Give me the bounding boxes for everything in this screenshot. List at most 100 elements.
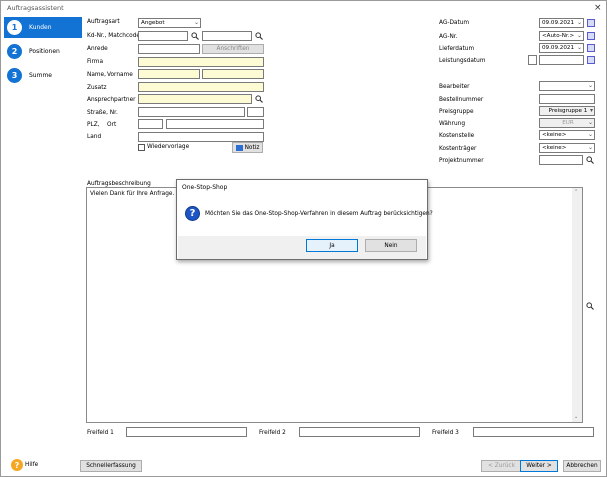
step-positionen[interactable]: 2 Positionen — [4, 41, 82, 62]
bearbeiter-select[interactable]: ⌄ — [539, 81, 595, 91]
ort-input[interactable] — [166, 119, 264, 129]
calendar-icon[interactable] — [587, 19, 595, 27]
leistungsdatum-input[interactable] — [539, 55, 584, 65]
freifeld-2-input[interactable] — [299, 427, 420, 437]
plz-input[interactable] — [138, 119, 163, 129]
anschriften-button[interactable]: Anschriften — [202, 44, 264, 54]
matchcode-input[interactable] — [202, 31, 252, 41]
name-input[interactable] — [138, 69, 200, 79]
auftragsart-select[interactable]: Angebot ⌄ — [138, 18, 201, 28]
help-label[interactable]: Hilfe — [25, 462, 38, 468]
wiedervorlage-checkbox[interactable] — [138, 144, 145, 151]
chevron-down-icon: ⌄ — [587, 82, 593, 89]
ansprechpartner-search-button[interactable] — [254, 94, 264, 104]
kostentraeger-select[interactable]: <keine> ⌄ — [539, 143, 595, 153]
cancel-button[interactable]: Abbrechen — [563, 460, 601, 472]
waehrung-select[interactable]: EUR ⌄ — [539, 118, 595, 128]
description-search-button[interactable] — [585, 301, 595, 311]
dialog-title: One-Stop-Shop — [182, 184, 228, 191]
chevron-down-icon: ⌄ — [193, 19, 199, 26]
agnr-label: AG-Nr. — [439, 34, 458, 40]
zusatz-input[interactable] — [138, 82, 264, 92]
step-label: Summe — [29, 72, 52, 79]
kdnr-search-button[interactable] — [190, 31, 200, 41]
kostentraeger-label: Kostenträger — [439, 146, 477, 152]
hausnr-input[interactable] — [247, 107, 264, 117]
one-stop-shop-dialog: One-Stop-Shop ? Möchten Sie das One-Stop… — [176, 179, 433, 260]
calendar-icon[interactable] — [587, 44, 595, 52]
next-button[interactable]: Weiter > — [520, 460, 558, 472]
freifeld-3-input[interactable] — [473, 427, 594, 437]
anrede-label: Anrede — [87, 46, 108, 52]
freifeld-1-label: Freifeld 1 — [87, 430, 114, 436]
help-icon[interactable]: ? — [11, 459, 23, 471]
lieferdatum-input[interactable]: 09.09.2021 ⌄ — [539, 43, 584, 53]
kostenstelle-select[interactable]: <keine> ⌄ — [539, 130, 595, 140]
bestellnummer-label: Bestellnummer — [439, 97, 484, 103]
freifeld-2-label: Freifeld 2 — [259, 430, 286, 436]
yes-button[interactable]: Ja — [306, 239, 358, 252]
window-title: Auftragsassistent — [7, 4, 64, 12]
projektnummer-label: Projektnummer — [439, 158, 484, 164]
kostenstelle-label: Kostenstelle — [439, 133, 475, 139]
firma-input[interactable] — [138, 57, 264, 67]
notiz-button[interactable]: Notiz — [232, 142, 263, 153]
close-button[interactable]: × — [594, 2, 602, 14]
title-bar: Auftragsassistent × — [1, 1, 606, 15]
step-kunden[interactable]: 1 Kunden — [4, 17, 82, 38]
description-scrollbar[interactable]: ⌃ ⌄ — [572, 188, 582, 422]
anrede-input[interactable] — [138, 44, 200, 54]
projektnummer-input[interactable] — [539, 155, 583, 165]
zusatz-label: Zusatz — [87, 85, 107, 91]
vorname-input[interactable] — [202, 69, 264, 79]
strasse-input[interactable] — [138, 107, 245, 117]
chevron-down-icon: ▾ — [589, 107, 593, 114]
freifeld-1-input[interactable] — [126, 427, 247, 437]
no-button[interactable]: Nein — [365, 239, 417, 252]
scroll-up-icon[interactable]: ⌃ — [574, 189, 578, 195]
steps-sidebar: 1 Kunden 2 Positionen 3 Summe — [1, 15, 82, 476]
calendar-icon[interactable] — [587, 56, 595, 64]
strasse-label: Straße, Nr. — [87, 110, 118, 116]
step-number: 1 — [7, 20, 22, 35]
chevron-down-icon: ⌄ — [576, 32, 582, 39]
back-button[interactable]: < Zurück — [481, 460, 522, 472]
step-label: Kunden — [29, 24, 52, 31]
dialog-footer: Ja Nein — [178, 236, 426, 259]
chevron-down-icon: ⌄ — [587, 144, 593, 151]
land-label: Land — [87, 134, 102, 140]
projekt-search-button[interactable] — [585, 155, 595, 165]
land-input[interactable] — [138, 132, 264, 142]
kdnr-input[interactable] — [138, 31, 188, 41]
note-icon — [235, 144, 243, 151]
leistungsdatum-label: Leistungsdatum — [439, 58, 486, 64]
search-icon — [586, 302, 594, 310]
firma-label: Firma — [87, 59, 104, 65]
search-icon — [191, 32, 199, 40]
agdatum-input[interactable]: 09.09.2021 ⌄ — [539, 18, 584, 28]
agdatum-label: AG-Datum — [439, 20, 470, 26]
preisgruppe-select[interactable]: Preisgruppe 1 ▾ — [539, 106, 595, 116]
search-icon — [586, 156, 594, 164]
lieferdatum-label: Lieferdatum — [439, 46, 475, 52]
question-icon: ? — [185, 206, 200, 221]
leistungsdatum-dropdown[interactable] — [528, 55, 537, 65]
ansprechpartner-input[interactable] — [138, 94, 252, 104]
step-number: 3 — [7, 68, 22, 83]
search-icon — [255, 32, 263, 40]
wiedervorlage-label: Wiedervorlage — [147, 144, 190, 150]
matchcode-search-button[interactable] — [254, 31, 264, 41]
chevron-down-icon: ⌄ — [587, 119, 593, 126]
schnellerfassung-button[interactable]: Schnellerfassung — [80, 460, 142, 472]
calendar-icon[interactable] — [587, 32, 595, 40]
plz-label: PLZ, — [87, 122, 100, 128]
agnr-select[interactable]: <Auto-Nr.> ⌄ — [539, 31, 584, 41]
chevron-down-icon: ⌄ — [576, 19, 582, 26]
step-label: Positionen — [29, 48, 60, 55]
ansprechpartner-label: Ansprechpartner — [87, 97, 136, 103]
scroll-down-icon[interactable]: ⌄ — [574, 414, 578, 420]
step-summe[interactable]: 3 Summe — [4, 65, 82, 86]
bestellnummer-input[interactable] — [539, 94, 595, 104]
search-icon — [255, 95, 263, 103]
preisgruppe-label: Preisgruppe — [439, 109, 474, 115]
